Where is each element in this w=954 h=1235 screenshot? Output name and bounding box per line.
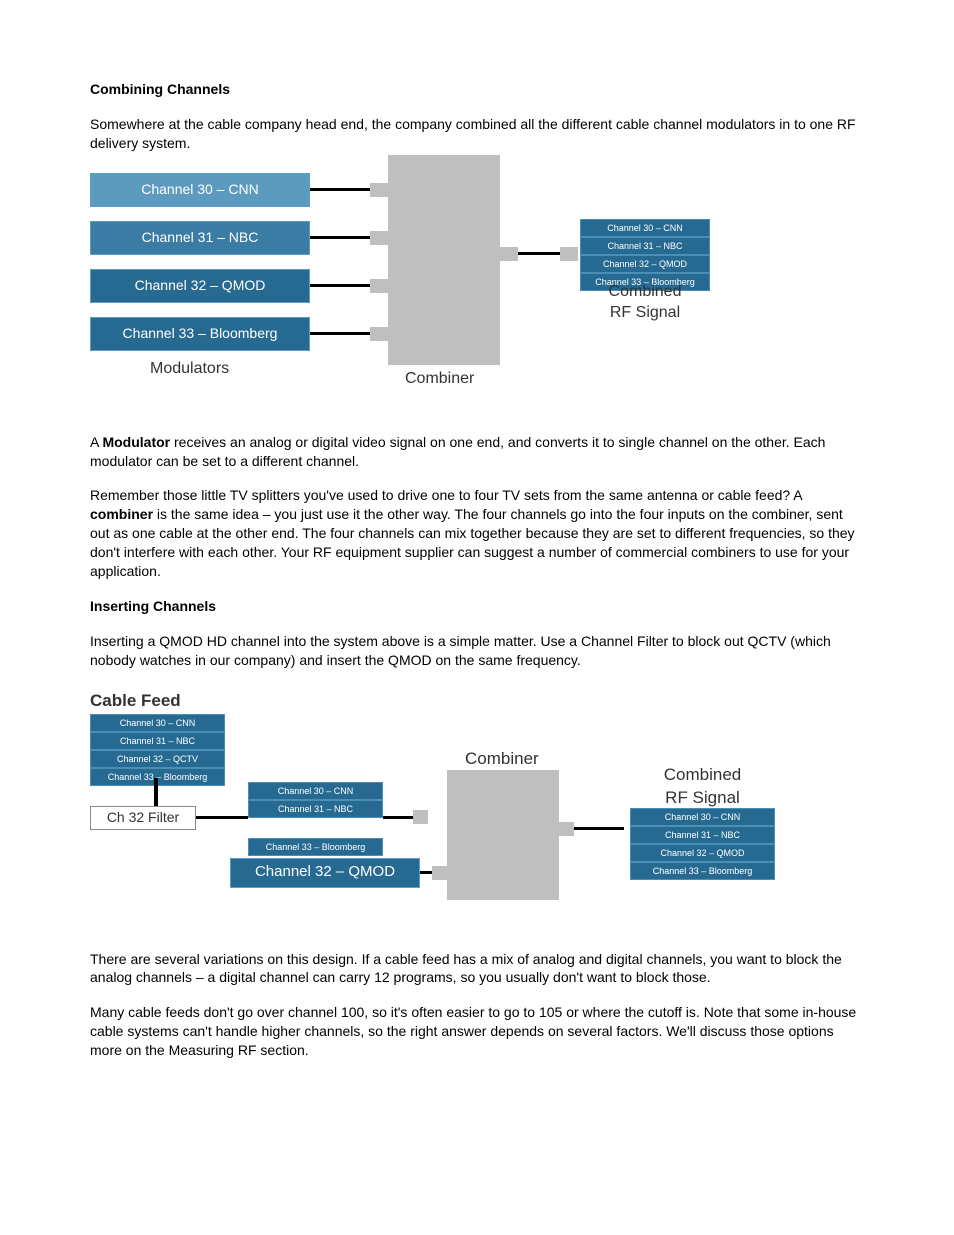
label-combined-2: CombinedRF Signal <box>630 764 775 810</box>
filter-box: Ch 32 Filter <box>90 806 196 830</box>
para-intro: Somewhere at the cable company head end,… <box>90 115 864 153</box>
out-row: Channel 31 – NBC <box>580 237 710 255</box>
out-row-2: Channel 31 – NBC <box>630 826 775 844</box>
label-combined: CombinedRF Signal <box>580 281 710 324</box>
qmod-box: Channel 32 – QMOD <box>230 858 420 888</box>
diagram-inserting: Cable Feed Channel 30 – CNN Channel 31 –… <box>90 690 864 920</box>
para-combiner: Remember those little TV splitters you'v… <box>90 486 864 580</box>
para-variations: There are several variations on this des… <box>90 950 864 988</box>
heading-inserting: Inserting Channels <box>90 597 864 616</box>
filtered-row: Channel 31 – NBC <box>248 800 383 818</box>
mod-box-3: Channel 33 – Bloomberg <box>90 317 310 351</box>
feed-row: Channel 32 – QCTV <box>90 750 225 768</box>
diagram-combining: Channel 30 – CNN Channel 31 – NBC Channe… <box>90 173 864 403</box>
out-row-2: Channel 30 – CNN <box>630 808 775 826</box>
heading-combining: Combining Channels <box>90 80 864 99</box>
mod-box-0: Channel 30 – CNN <box>90 173 310 207</box>
combiner-body <box>388 155 500 365</box>
out-row: Channel 32 – QMOD <box>580 255 710 273</box>
mod-box-1: Channel 31 – NBC <box>90 221 310 255</box>
filtered-list: Channel 30 – CNN Channel 31 – NBC Channe… <box>248 782 383 856</box>
out-row-2: Channel 33 – Bloomberg <box>630 862 775 880</box>
mod-box-2: Channel 32 – QMOD <box>90 269 310 303</box>
feed-row: Channel 31 – NBC <box>90 732 225 750</box>
label-combiner: Combiner <box>405 368 474 390</box>
para-channel100: Many cable feeds don't go over channel 1… <box>90 1003 864 1060</box>
feed-list: Channel 30 – CNN Channel 31 – NBC Channe… <box>90 714 225 787</box>
feed-row: Channel 30 – CNN <box>90 714 225 732</box>
label-modulators: Modulators <box>150 358 229 380</box>
out-row: Channel 30 – CNN <box>580 219 710 237</box>
label-cable-feed: Cable Feed <box>90 690 181 713</box>
filtered-row: Channel 33 – Bloomberg <box>248 838 383 856</box>
label-combiner-2: Combiner <box>465 748 539 771</box>
out-row-2: Channel 32 – QMOD <box>630 844 775 862</box>
output-list-2: Channel 30 – CNN Channel 31 – NBC Channe… <box>630 808 775 881</box>
para-insert-intro: Inserting a QMOD HD channel into the sys… <box>90 632 864 670</box>
combiner-body-2 <box>447 770 559 900</box>
filtered-row: Channel 30 – CNN <box>248 782 383 800</box>
para-modulator: A Modulator receives an analog or digita… <box>90 433 864 471</box>
